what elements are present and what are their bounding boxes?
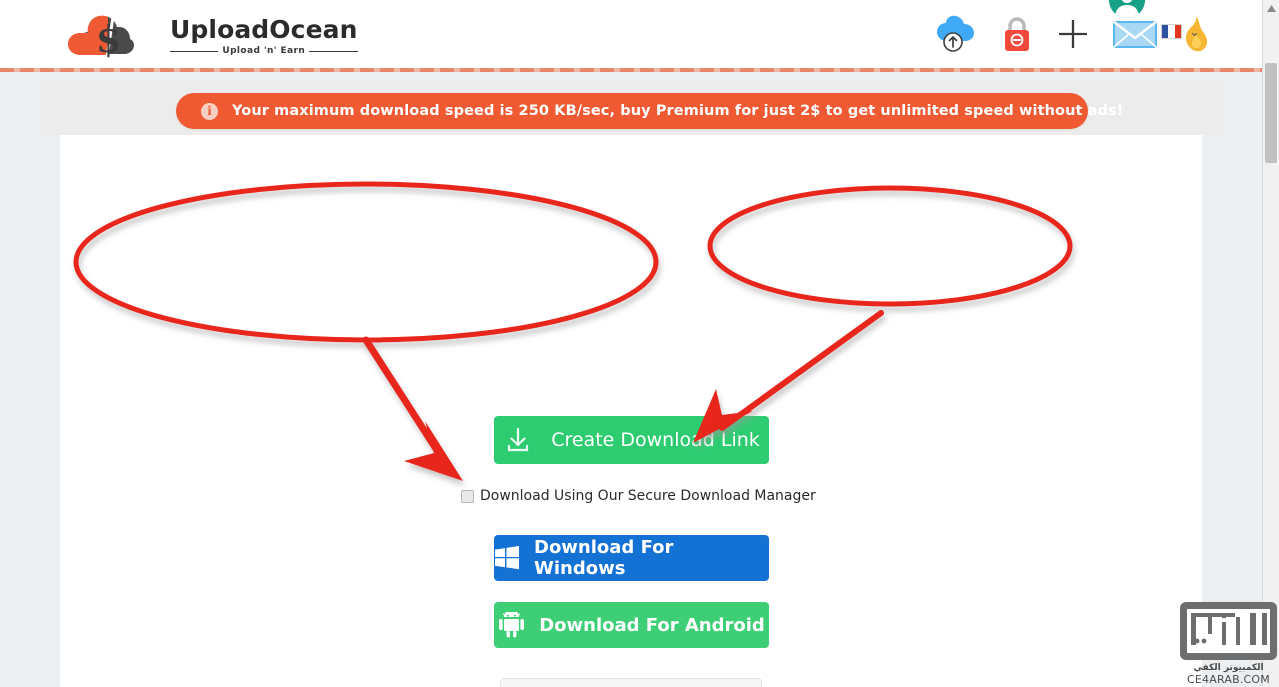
cloud-upload-icon[interactable] [934,15,978,53]
download-for-windows-label: Download For Windows [534,537,674,579]
cloud-dollar-logo-icon: $ [68,9,160,63]
speed-notice-banner[interactable]: i Your maximum download speed is 250 KB/… [176,93,1123,129]
lower-content-stub [500,678,762,687]
download-arrow-icon [503,425,533,455]
vertical-scrollbar[interactable] [1262,0,1279,687]
windows-logo-icon [494,545,520,571]
scroll-up-arrow-icon[interactable] [1263,0,1279,17]
download-for-android-label: Download For Android [539,614,765,636]
envelope-icon[interactable] [1112,17,1158,51]
download-for-windows-button[interactable]: Download For Windows [494,535,769,581]
lock-icon[interactable] [1000,15,1034,53]
scrollbar-thumb[interactable] [1265,63,1277,163]
svg-text:$: $ [96,19,121,61]
download-manager-checkbox[interactable] [461,489,474,503]
site-logo[interactable]: $ UploadOcean Upload 'n' Earn [68,6,368,66]
header-divider [0,68,1262,72]
download-manager-label: Download Using Our Secure Download Manag… [480,488,816,504]
ce4arab-watermark: الكمبيوتر الكفي CE4ARAB.COM [1178,600,1279,687]
create-download-link-label: Create Download Link [551,429,760,451]
speed-notice-text: Your maximum download speed is 250 KB/se… [232,103,1124,119]
watermark-url-text: CE4ARAB.COM [1187,673,1270,686]
language-selector[interactable]: ⌄ [1161,24,1200,39]
plus-icon[interactable] [1056,17,1090,51]
logo-tagline: Upload 'n' Earn [170,46,358,56]
watermark-arabic-text: الكمبيوتر الكفي [1193,663,1264,673]
ce4arab-logo-icon [1180,602,1277,660]
android-robot-icon [498,611,525,639]
create-download-link-button[interactable]: Create Download Link [494,416,769,464]
site-header: $ UploadOcean Upload 'n' Earn ⌄ [0,0,1262,71]
logo-title: UploadOcean [170,14,358,44]
download-for-android-button[interactable]: Download For Android [494,602,769,648]
chevron-down-icon: ⌄ [1189,24,1200,39]
logo-wordmark: UploadOcean Upload 'n' Earn [170,17,358,56]
info-icon: i [201,102,218,120]
download-manager-option[interactable]: Download Using Our Secure Download Manag… [461,488,816,504]
page-root: $ UploadOcean Upload 'n' Earn ⌄ i Your m… [0,0,1279,687]
france-flag-icon [1161,24,1183,39]
